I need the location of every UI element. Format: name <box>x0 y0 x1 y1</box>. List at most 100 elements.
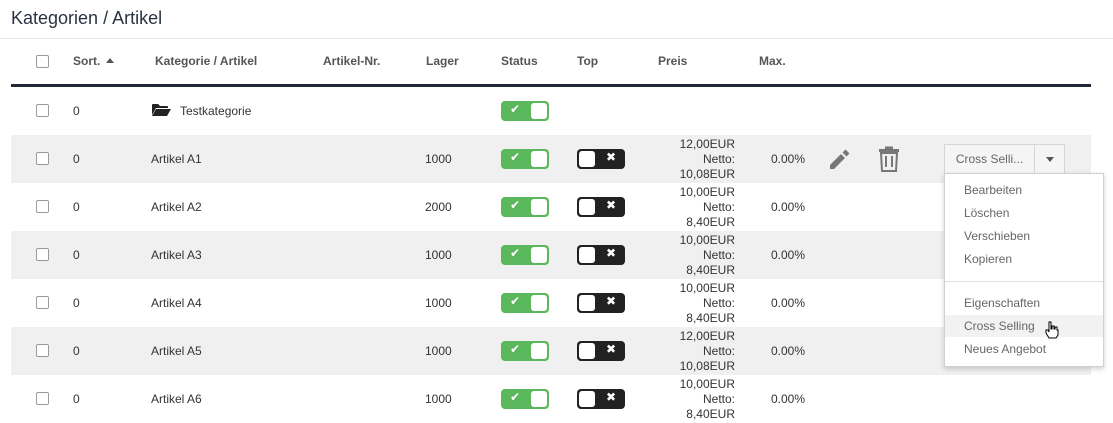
row-sort: 0 <box>73 152 80 166</box>
status-toggle[interactable]: ✔ <box>501 389 549 409</box>
column-header-sort[interactable]: Sort. <box>73 54 115 68</box>
top-toggle[interactable]: ✖ <box>577 341 625 361</box>
table-row[interactable]: 0 Artikel A6 1000 ✔ ✖ 10,00EUR Netto: 8,40… <box>11 375 1091 423</box>
price-gross: 12,00EUR <box>679 137 735 151</box>
dropdown-toggle-button[interactable] <box>1035 144 1065 174</box>
price-net: 8,40EUR <box>686 215 735 229</box>
article-name[interactable]: Artikel A6 <box>151 392 202 406</box>
category-row[interactable]: 0 Testkategorie ✔ <box>11 87 1091 135</box>
article-name[interactable]: Artikel A4 <box>151 296 202 310</box>
row-checkbox[interactable] <box>36 152 49 165</box>
article-stock: 1000 <box>425 152 452 166</box>
row-sort: 0 <box>73 104 80 118</box>
price-net: 8,40EUR <box>686 407 735 421</box>
price-gross: 10,00EUR <box>679 233 735 247</box>
table-row[interactable]: 0 Artikel A2 2000 ✔ ✖ 10,00EUR Netto: 8,40… <box>11 183 1091 231</box>
price-gross: 10,00EUR <box>679 281 735 295</box>
toggle-knob <box>579 343 595 359</box>
top-toggle[interactable]: ✖ <box>577 149 625 169</box>
article-price: 12,00EUR Netto: 10,08EUR <box>631 137 735 182</box>
actions-dropdown-menu: Bearbeiten Löschen Verschieben Kopieren … <box>944 173 1104 367</box>
table-row[interactable]: 0 Artikel A4 1000 ✔ ✖ 10,00EUR Netto: 8,40… <box>11 279 1091 327</box>
caret-down-icon <box>1046 157 1054 162</box>
row-sort: 0 <box>73 248 80 262</box>
price-net: 8,40EUR <box>686 263 735 277</box>
article-stock: 1000 <box>425 248 452 262</box>
title-divider <box>0 38 1113 39</box>
menu-item-cross-selling[interactable]: Cross Selling <box>945 315 1103 337</box>
toggle-knob <box>531 391 547 407</box>
table-row[interactable]: 0 Artikel A5 1000 ✔ ✖ 12,00EUR Netto: 10,0… <box>11 327 1091 375</box>
toggle-knob <box>531 247 547 263</box>
top-toggle[interactable]: ✖ <box>577 293 625 313</box>
price-net-label: Netto: <box>702 296 735 310</box>
menu-item-edit[interactable]: Bearbeiten <box>945 179 1103 201</box>
menu-item-delete[interactable]: Löschen <box>945 202 1103 224</box>
price-net: 10,08EUR <box>679 359 735 373</box>
pencil-icon[interactable] <box>826 146 852 172</box>
check-icon: ✔ <box>510 342 521 356</box>
top-toggle[interactable]: ✖ <box>577 197 625 217</box>
price-net-label: Netto: <box>702 344 735 358</box>
trash-icon[interactable] <box>878 146 900 172</box>
column-header-top[interactable]: Top <box>577 54 598 68</box>
article-max: 0.00% <box>771 200 806 214</box>
article-name[interactable]: Artikel A1 <box>151 152 202 166</box>
article-price: 12,00EUR Netto: 10,08EUR <box>631 329 735 374</box>
column-header-stock[interactable]: Lager <box>426 54 459 68</box>
row-sort: 0 <box>73 200 80 214</box>
folder-open-icon <box>152 104 171 116</box>
price-net-label: Netto: <box>702 200 735 214</box>
column-header-max[interactable]: Max. <box>759 54 786 68</box>
check-icon: ✔ <box>510 150 521 164</box>
check-icon: ✔ <box>510 246 521 260</box>
article-name[interactable]: Artikel A2 <box>151 200 202 214</box>
row-checkbox[interactable] <box>36 392 49 405</box>
page-title: Kategorien / Artikel <box>11 8 163 28</box>
toggle-knob <box>579 151 595 167</box>
row-sort: 0 <box>73 296 80 310</box>
article-max: 0.00% <box>771 248 806 262</box>
article-name[interactable]: Artikel A3 <box>151 248 202 262</box>
toggle-knob <box>531 199 547 215</box>
row-checkbox[interactable] <box>36 248 49 261</box>
toggle-knob <box>531 103 547 119</box>
close-icon: ✖ <box>605 342 616 356</box>
row-sort: 0 <box>73 344 80 358</box>
column-header-price[interactable]: Preis <box>658 54 687 68</box>
row-sort: 0 <box>73 392 80 406</box>
row-checkbox[interactable] <box>36 296 49 309</box>
check-icon: ✔ <box>510 102 521 116</box>
select-all-checkbox[interactable] <box>36 55 49 68</box>
status-toggle[interactable]: ✔ <box>501 101 549 121</box>
status-toggle[interactable]: ✔ <box>501 245 549 265</box>
status-toggle[interactable]: ✔ <box>501 341 549 361</box>
menu-item-new-offer[interactable]: Neues Angebot <box>945 338 1103 360</box>
column-header-name[interactable]: Kategorie / Artikel <box>155 54 257 68</box>
column-header-status[interactable]: Status <box>501 54 538 68</box>
table-row[interactable]: 0 Artikel A1 1000 ✔ ✖ 12,00EUR Netto: 10,0… <box>11 135 1091 183</box>
menu-item-move[interactable]: Verschieben <box>945 225 1103 247</box>
column-header-article-no[interactable]: Artikel-Nr. <box>323 54 380 68</box>
article-max: 0.00% <box>771 152 806 166</box>
cross-selling-button[interactable]: Cross Selli... <box>944 144 1035 174</box>
toggle-knob <box>579 247 595 263</box>
close-icon: ✖ <box>605 294 616 308</box>
table-row[interactable]: 0 Artikel A3 1000 ✔ ✖ 10,00EUR Netto: 8,40… <box>11 231 1091 279</box>
status-toggle[interactable]: ✔ <box>501 149 549 169</box>
toggle-knob <box>579 295 595 311</box>
status-toggle[interactable]: ✔ <box>501 197 549 217</box>
status-toggle[interactable]: ✔ <box>501 293 549 313</box>
article-price: 10,00EUR Netto: 8,40EUR <box>631 233 735 278</box>
top-toggle[interactable]: ✖ <box>577 389 625 409</box>
top-toggle[interactable]: ✖ <box>577 245 625 265</box>
row-checkbox[interactable] <box>36 104 49 117</box>
menu-item-copy[interactable]: Kopieren <box>945 248 1103 270</box>
category-name[interactable]: Testkategorie <box>180 104 251 118</box>
article-name[interactable]: Artikel A5 <box>151 344 202 358</box>
toggle-knob <box>531 151 547 167</box>
row-checkbox[interactable] <box>36 200 49 213</box>
close-icon: ✖ <box>605 390 616 404</box>
menu-item-properties[interactable]: Eigenschaften <box>945 292 1103 314</box>
row-checkbox[interactable] <box>36 344 49 357</box>
